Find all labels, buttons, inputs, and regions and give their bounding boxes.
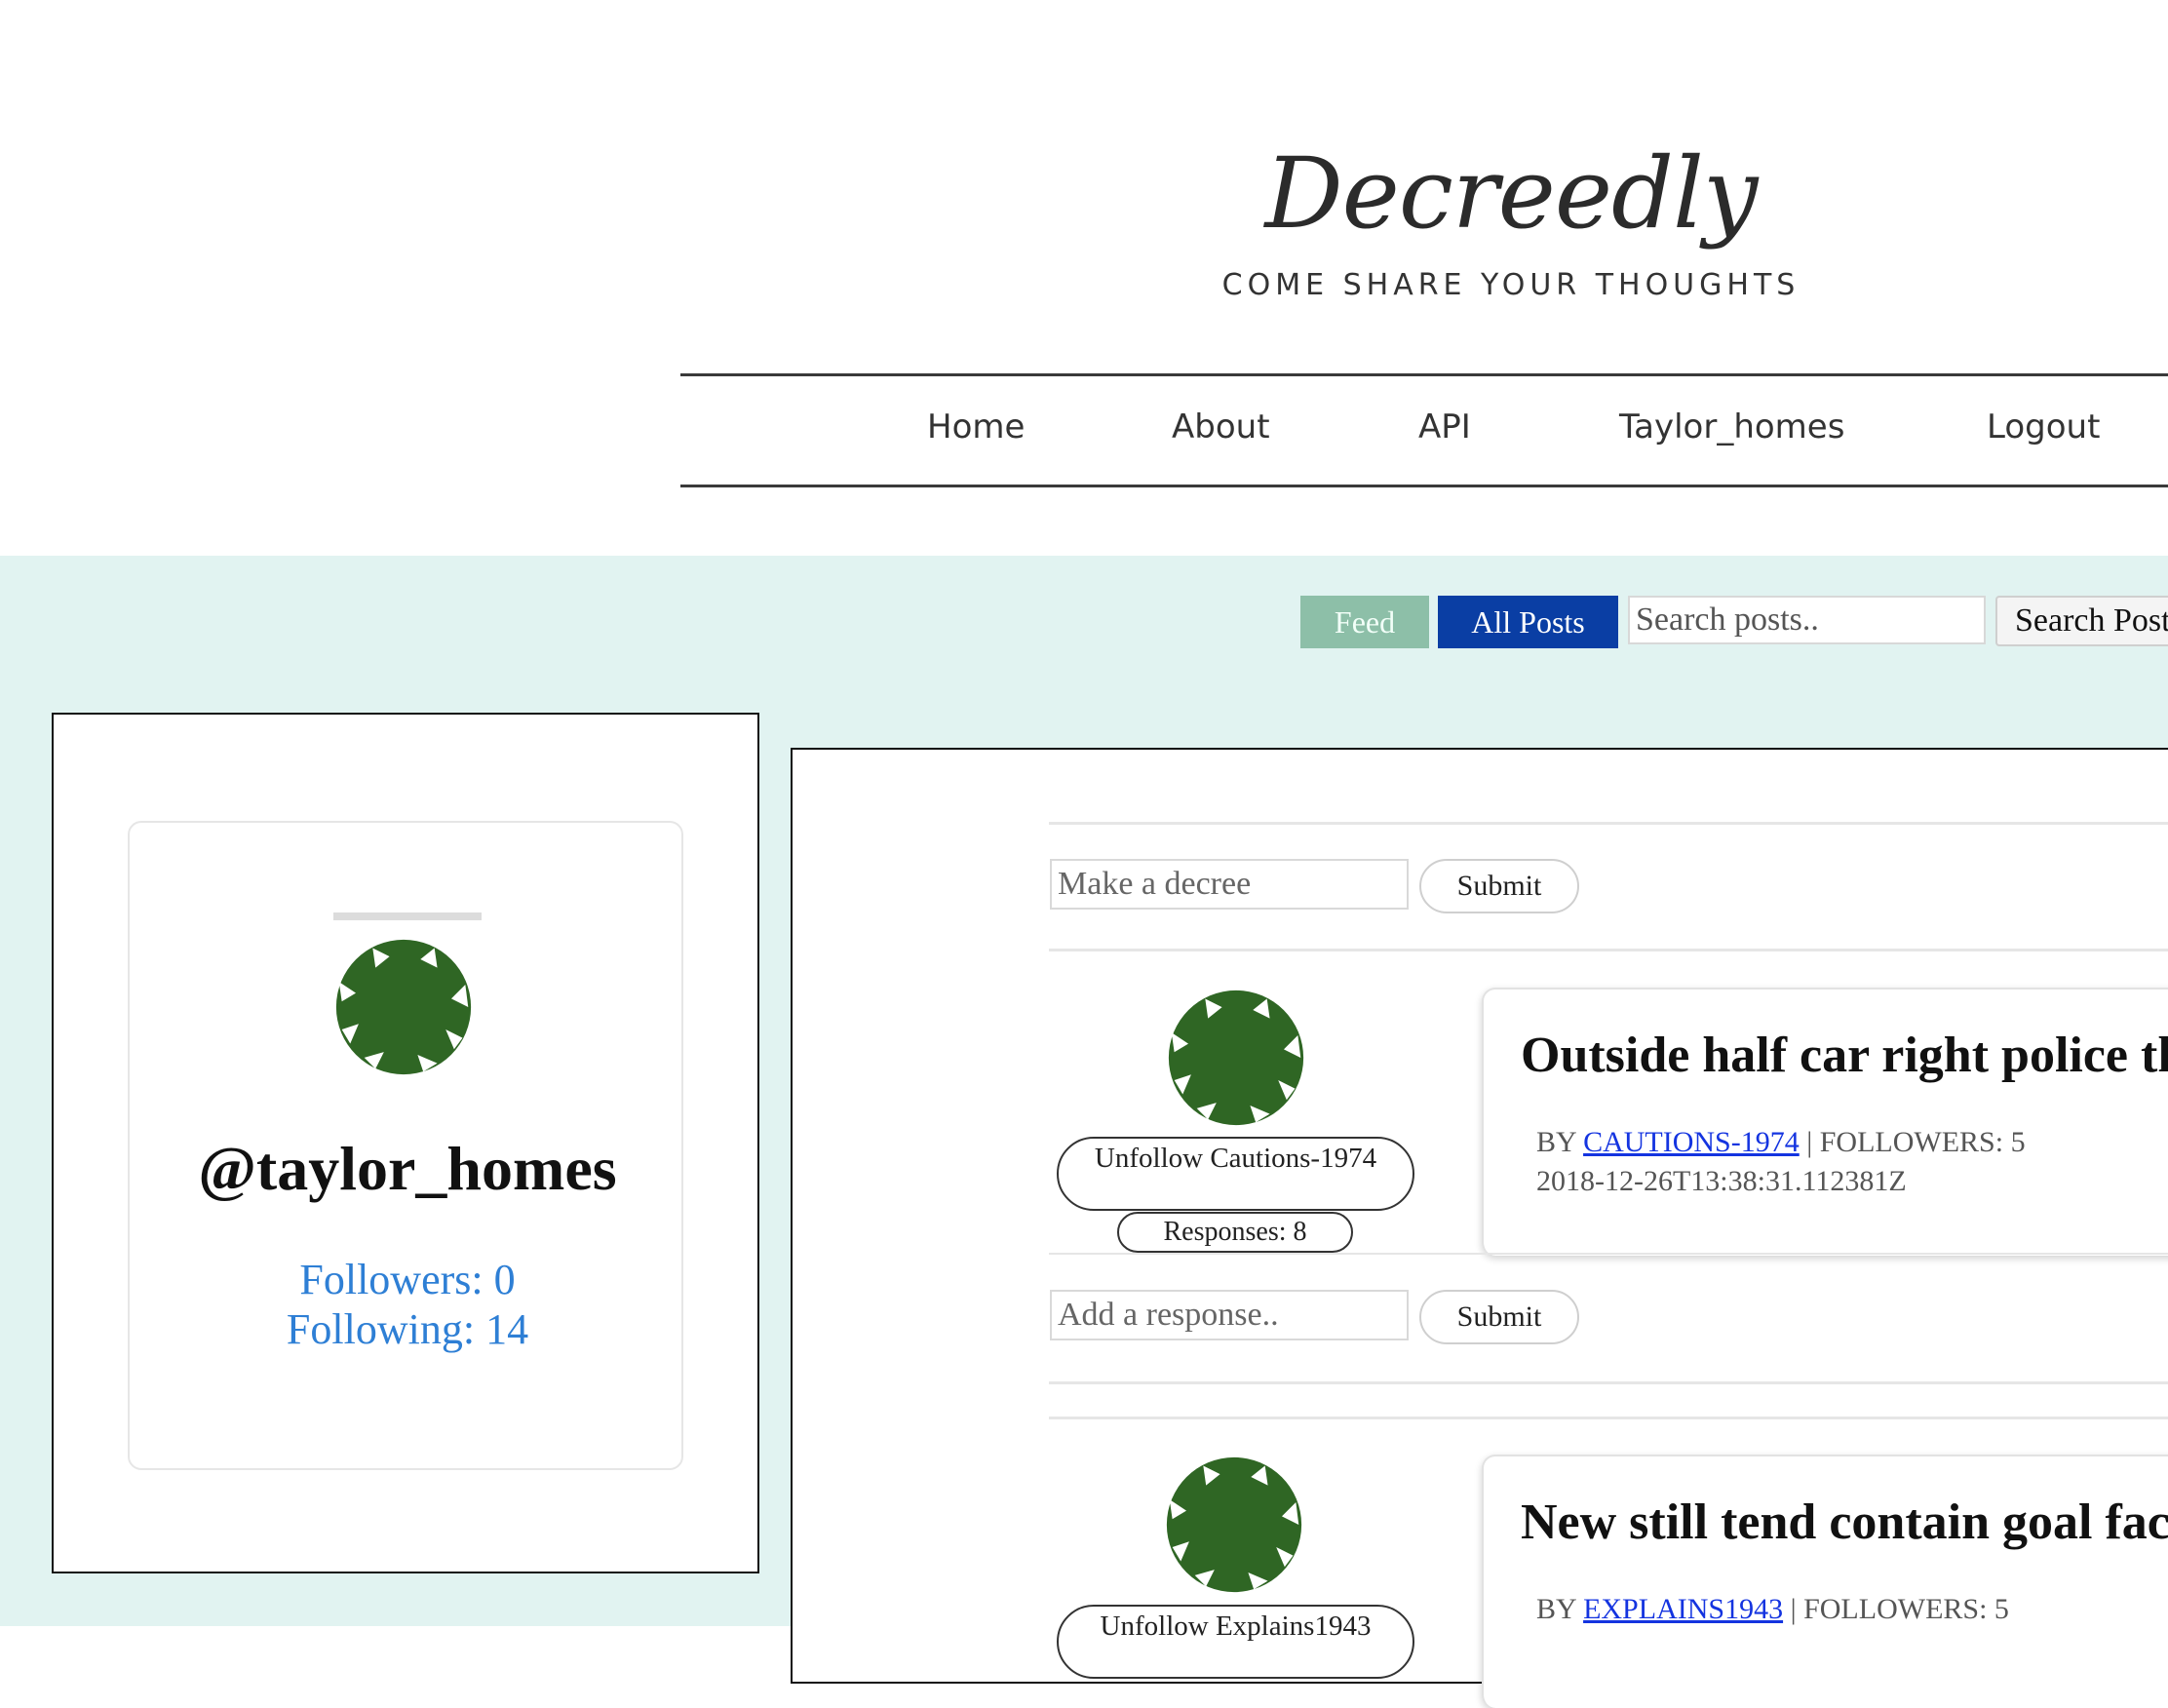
unfollow-button[interactable]: Unfollow Cautions-1974 [1057,1137,1414,1211]
post-card[interactable]: Outside half car right police thing BY C… [1482,988,2168,1256]
unfollow-button[interactable]: Unfollow Explains1943 [1057,1605,1414,1679]
post-title[interactable]: New still tend contain goal factor [1521,1494,2168,1551]
profile-card-bar [333,912,482,920]
post-author-link[interactable]: EXPLAINS1943 [1583,1593,1783,1625]
post-card[interactable]: New still tend contain goal factor BY EX… [1482,1455,2168,1708]
nav-home-link[interactable]: Home [927,408,1025,446]
post-timestamp: 2018-12-26T13:38:31.112381Z [1536,1165,1907,1197]
post-author-link[interactable]: CAUTIONS-1974 [1583,1126,1800,1158]
site-logo-title: Decreedly [1264,136,1758,251]
nav-user-link[interactable]: Taylor_homes [1619,408,1844,446]
tab-all-posts[interactable]: All Posts [1438,596,1618,648]
feed-divider [1049,1417,2168,1419]
avatar-icon [1164,1455,1304,1595]
post-by-label: BY [1536,1126,1576,1158]
decree-submit-button[interactable]: Submit [1419,859,1579,913]
feed-divider [1049,1381,2168,1384]
feed-divider [1049,949,2168,951]
followers-count-link[interactable]: Followers: 0 [130,1255,685,1304]
avatar-icon [333,937,474,1077]
post-divider [1049,1253,2168,1255]
nav-divider-bottom [680,485,2168,487]
nav-logout-link[interactable]: Logout [1987,408,2100,446]
response-input[interactable]: Add a response.. [1050,1290,1409,1340]
nav-api-link[interactable]: API [1418,408,1471,446]
post-author-followers: | FOLLOWERS: 5 [1790,1593,2009,1625]
nav-divider-top [680,373,2168,376]
post-author-followers: | FOLLOWERS: 5 [1806,1126,2026,1158]
post-meta: BY EXPLAINS1943 | FOLLOWERS: 5 [1536,1593,2009,1626]
tab-feed[interactable]: Feed [1300,596,1429,648]
search-posts-button[interactable]: Search Posts [1995,596,2168,646]
following-count-link[interactable]: Following: 14 [130,1304,685,1354]
response-submit-button[interactable]: Submit [1419,1290,1579,1344]
post-title[interactable]: Outside half car right police thing [1521,1027,2168,1084]
search-posts-input[interactable]: Search posts.. [1628,596,1986,644]
responses-button[interactable]: Responses: 8 [1117,1212,1353,1253]
feed-divider [1049,822,2168,825]
post-by-label: BY [1536,1593,1576,1625]
post-meta: BY CAUTIONS-1974 | FOLLOWERS: 5 [1536,1126,2026,1159]
decree-input[interactable]: Make a decree [1050,859,1409,910]
site-tagline: COME SHARE YOUR THOUGHTS [1221,268,1800,302]
avatar-icon [1166,988,1306,1128]
profile-card: @taylor_homes Followers: 0 Following: 14 [128,821,683,1470]
profile-panel: @taylor_homes Followers: 0 Following: 14 [52,713,759,1573]
nav-about-link[interactable]: About [1172,408,1270,446]
profile-handle: @taylor_homes [198,1134,617,1203]
